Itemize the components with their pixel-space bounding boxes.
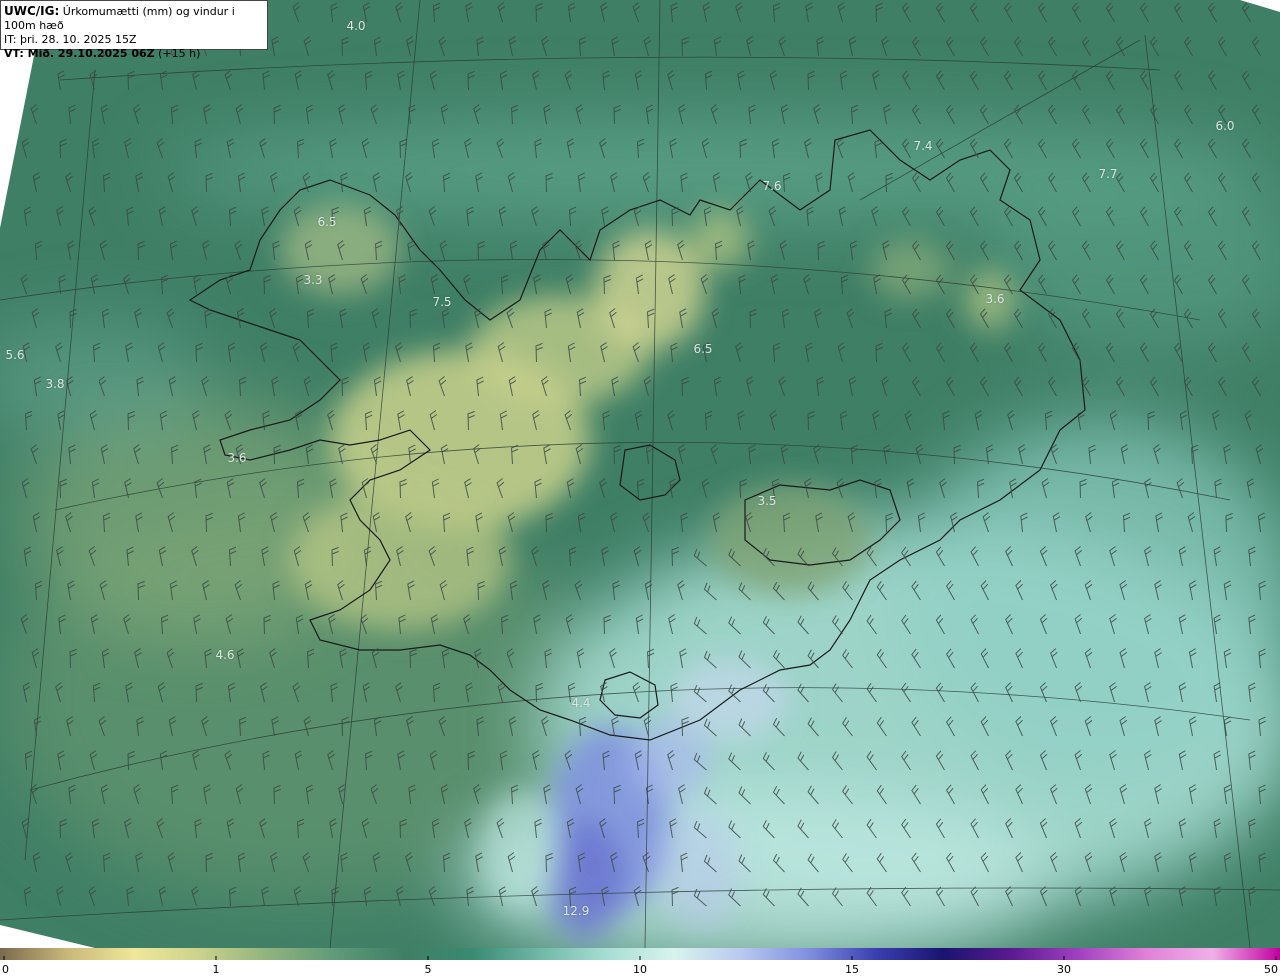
colorbar-tick-label: 30 xyxy=(1057,963,1071,976)
value-label: 12.9 xyxy=(562,904,590,918)
colorbar: 0 1 5 10 15 30 50 xyxy=(0,948,1280,978)
value-label: 3.5 xyxy=(757,494,777,508)
precipitation-map xyxy=(0,0,1280,948)
value-label: 4.4 xyxy=(571,696,591,710)
value-label: 6.0 xyxy=(1215,119,1235,133)
value-label: 4.0 xyxy=(346,19,366,33)
lead-time: (+15 h) xyxy=(158,47,201,60)
initial-time: IT: þri. 28. 10. 2025 15Z xyxy=(4,33,137,46)
title-line: UWC/IG: Úrkomumætti (mm) og vindur i 100… xyxy=(4,4,264,33)
value-label: 7.6 xyxy=(762,179,782,193)
valid-time: VT: Mið. 29.10.2025 06Z xyxy=(4,47,155,60)
value-label: 7.4 xyxy=(913,139,933,153)
map-area: 4.0 7.4 6.0 7.6 7.7 6.5 3.3 7.5 3.6 5.6 … xyxy=(0,0,1280,948)
colorbar-tick-label: 50 xyxy=(1264,963,1278,976)
value-label: 3.3 xyxy=(303,273,323,287)
value-label: 4.6 xyxy=(215,648,235,662)
colorbar-tick-label: 10 xyxy=(633,963,647,976)
value-label: 6.5 xyxy=(317,215,337,229)
info-box: UWC/IG: Úrkomumætti (mm) og vindur i 100… xyxy=(0,0,268,60)
colorbar-tick-label: 1 xyxy=(212,963,220,976)
model-code: UWC/IG: xyxy=(4,4,60,18)
colorbar-tick-label: 15 xyxy=(845,963,859,976)
colorbar-tick-label: 0 xyxy=(2,963,9,976)
value-label: 6.5 xyxy=(693,342,713,356)
value-label: 7.7 xyxy=(1098,167,1118,181)
value-label: 3.6 xyxy=(227,451,247,465)
value-label: 3.6 xyxy=(985,292,1005,306)
value-label: 5.6 xyxy=(5,348,25,362)
colorbar-strip xyxy=(0,948,1280,960)
value-label: 3.8 xyxy=(45,377,65,391)
colorbar-tick-label: 5 xyxy=(424,963,432,976)
value-label: 7.5 xyxy=(432,295,452,309)
valid-time-line: VT: Mið. 29.10.2025 06Z (+15 h) xyxy=(4,47,264,61)
precip-field xyxy=(0,0,1280,948)
